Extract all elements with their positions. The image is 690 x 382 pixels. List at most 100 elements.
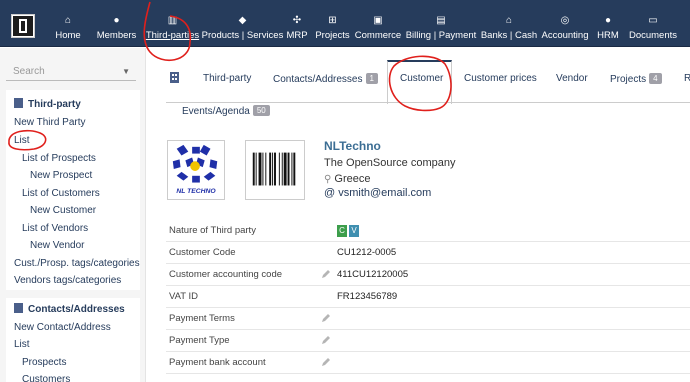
sidebar-item-contacts-list[interactable]: List (14, 339, 30, 350)
field-row-payment-type: Payment Type (166, 330, 690, 352)
tab-events[interactable]: Events/Agenda 50 (182, 105, 270, 117)
tab-customer-prices[interactable]: Customer prices (464, 73, 537, 84)
company-description: The OpenSource company (324, 157, 456, 169)
nature-tags: CV (337, 225, 361, 237)
menu-billing-payment[interactable]: ▤ Billing | Payment (402, 0, 480, 47)
pencil-icon[interactable] (321, 269, 331, 279)
field-label: Nature of Third party (169, 225, 256, 236)
dolibarr-logo-icon (13, 16, 33, 36)
sidebar-item-vendors-tags-categories[interactable]: Vendors tags/categories (14, 275, 121, 286)
sidebar-item-list-of-customers[interactable]: List of Customers (22, 188, 100, 199)
pencil-icon[interactable] (321, 313, 331, 323)
sidebar-item-list-label: List (14, 135, 30, 146)
field-value-customer-accounting-code: 411CU12120005 (337, 269, 409, 280)
tab-customer[interactable]: Customer (400, 73, 443, 84)
sidebar-item-new-third-party[interactable]: New Third Party (14, 117, 86, 128)
field-value-vat-id: FR123456789 (337, 291, 398, 302)
address-book-icon (14, 303, 23, 313)
field-row-nature-of-third-party: Nature of Third party C V (166, 220, 690, 242)
barcode-bar (278, 152, 280, 186)
tab-third-party[interactable]: Third-party (203, 73, 251, 84)
barcode-bar (252, 152, 255, 186)
menu-hrm[interactable]: ● HRM (592, 0, 624, 47)
sidebar-item-cust-prosp-tags-categories-label: Cust./Prosp. tags/categories (14, 258, 140, 269)
company-email-label: vsmith@email.com (338, 187, 432, 199)
vendor-badge: V (349, 225, 359, 237)
field-label: Customer accounting code (169, 269, 283, 280)
sidebar-item-cust-prosp-tags-categories[interactable]: Cust./Prosp. tags/categories (14, 258, 140, 269)
sidebar-item-new-customer-label: New Customer (30, 205, 97, 216)
barcode-bar (265, 152, 267, 186)
menu-label: Documents (628, 30, 678, 41)
sidebar-title-contacts[interactable]: Contacts/Addresses (14, 303, 125, 315)
tab-projects-badge: 4 (649, 73, 662, 84)
menu-label: Members (96, 30, 137, 41)
sidebar-item-contacts-new-contact-address[interactable]: New Contact/Address (14, 322, 111, 333)
pencil-icon[interactable] (321, 357, 331, 367)
chevron-down-icon: ▼ (122, 67, 130, 76)
barcode-bar (274, 152, 276, 186)
menu-third-parties[interactable]: ▥ Third-parties (143, 0, 202, 47)
barcode-bar (293, 152, 296, 186)
top-menu-bar: ⌂ Home ● Members ▥ Third-parties ◆ Products | S… (0, 0, 690, 47)
sidebar-item-list-of-prospects[interactable]: List of Prospects (22, 153, 96, 164)
sidebar-item-contacts-prospects[interactable]: Prospects (22, 357, 66, 368)
sidebar-item-list-of-vendors[interactable]: List of Vendors (22, 223, 88, 234)
menu-accounting[interactable]: ◎ Accounting (538, 0, 592, 47)
field-label: Payment Type (169, 335, 230, 346)
sidebar-item-new-vendor-label: New Vendor (30, 240, 85, 251)
sidebar-item-contacts-customers[interactable]: Customers (22, 374, 70, 382)
menu-documents[interactable]: ▭ Documents (624, 0, 682, 47)
tab-overflow[interactable]: R (684, 73, 690, 84)
menu-mrp[interactable]: ✣ MRP (283, 0, 311, 47)
company-logo[interactable]: NL TECHNO (167, 140, 225, 200)
sidebar-item-list-of-vendors-label: List of Vendors (22, 223, 89, 234)
barcode-bar (283, 152, 287, 186)
sidebar-title-third-party-label: Third-party (28, 99, 81, 110)
file-icon: ▭ (648, 14, 658, 26)
left-sidebar: Search ▼ Third-party New Third Party List L… (0, 48, 146, 382)
menu-label: Home (55, 30, 81, 41)
tab-projects-label: Projects (610, 74, 647, 85)
barcode-icon (252, 152, 296, 186)
field-row-customer-accounting-code: Customer accounting code 411CU12120005 (166, 264, 690, 286)
company-email[interactable]: @ vsmith@email.com (324, 187, 431, 199)
sidebar-title-third-party[interactable]: Third-party (14, 98, 81, 110)
sidebar-item-new-customer[interactable]: New Customer (30, 205, 96, 216)
tab-contacts-badge: 1 (365, 73, 378, 84)
sidebar-item-contacts-new-contact-address-label: New Contact/Address (14, 322, 111, 333)
menu-banks-cash[interactable]: ⌂ Banks | Cash (480, 0, 538, 47)
menu-home[interactable]: ⌂ Home (46, 0, 90, 47)
app-logo[interactable] (11, 14, 35, 38)
tab-projects[interactable]: Projects 4 (610, 73, 662, 85)
menu-label: Products | Services (201, 30, 284, 41)
menu-label: Billing | Payment (405, 30, 477, 41)
calculator-icon: ◎ (560, 14, 570, 26)
tab-contacts[interactable]: Contacts/Addresses 1 (273, 73, 378, 85)
sidebar-item-vendors-tags-categories-label: Vendors tags/categories (14, 275, 122, 286)
suitcase-icon: ▣ (373, 14, 383, 26)
barcode-bar (291, 152, 293, 186)
sidebar-item-list[interactable]: List (14, 135, 30, 146)
pencil-icon[interactable] (321, 335, 331, 345)
company-country-label: Greece (334, 173, 371, 185)
field-row-payment-terms: Payment Terms (166, 308, 690, 330)
menu-members[interactable]: ● Members (90, 0, 143, 47)
sidebar-item-new-prospect[interactable]: New Prospect (30, 170, 92, 181)
field-row-payment-bank-account: Payment bank account (166, 352, 690, 374)
barcode-bar (281, 152, 283, 186)
search-select[interactable]: Search ▼ (6, 63, 136, 81)
menu-projects[interactable]: ⊞ Projects (311, 0, 354, 47)
tab-icon-building[interactable] (170, 72, 179, 86)
company-name: NLTechno (324, 139, 381, 153)
menu-commerce[interactable]: ▣ Commerce (354, 0, 402, 47)
cube-icon: ◆ (238, 14, 247, 26)
sidebar-item-list-of-prospects-label: List of Prospects (22, 153, 96, 164)
search-placeholder: Search (13, 66, 45, 77)
tab-events-badge: 50 (252, 105, 270, 116)
tab-vendor[interactable]: Vendor (556, 73, 588, 84)
menu-products-services[interactable]: ◆ Products | Services (201, 0, 284, 47)
sidebar-item-new-vendor[interactable]: New Vendor (30, 240, 84, 251)
barcode-bar (272, 152, 274, 186)
menu-label: Commerce (354, 30, 402, 41)
